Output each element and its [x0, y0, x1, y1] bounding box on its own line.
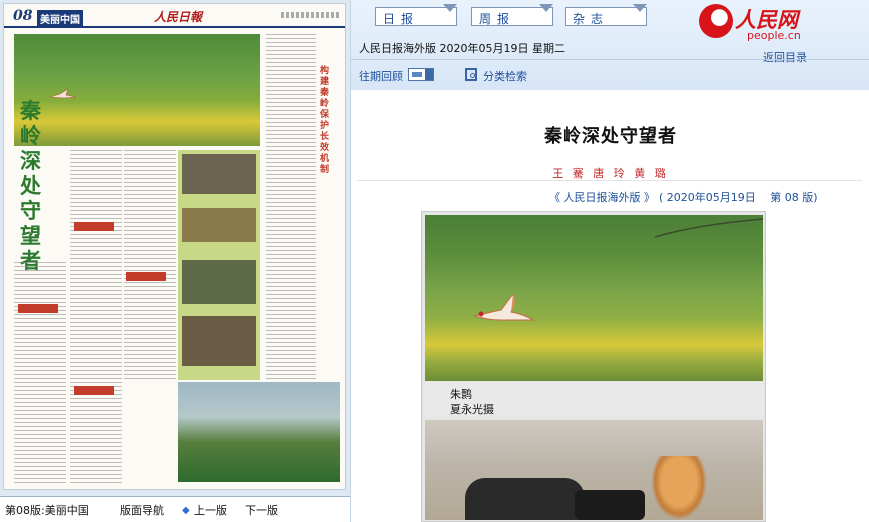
scan-header: 08 美丽中国 人民日報	[4, 4, 345, 28]
back-to-index-link[interactable]: 返回目录	[763, 49, 807, 65]
scan-text-column[interactable]	[124, 150, 176, 380]
calendar-icon	[412, 72, 422, 77]
photo-caption: 朱鹮 夏永光摄	[425, 382, 763, 418]
divider	[351, 59, 869, 60]
scan-masthead: 人民日報	[154, 10, 203, 24]
source-page: 第 08 版)	[770, 191, 818, 204]
photographer-arm	[465, 478, 585, 520]
scan-text-column[interactable]	[70, 150, 122, 484]
scan-aerial-photo[interactable]	[178, 382, 340, 482]
article-source: 《 人民日报海外版 》 ( 2020年05月19日 第 08 版)	[549, 189, 822, 205]
scan-subhead-box	[18, 304, 58, 313]
ibis-photo[interactable]	[425, 215, 763, 381]
top-toolbar: 日报 周报 杂志 人民日报海外版 2020年05月19日 星期二 人民网 peo…	[351, 0, 869, 90]
camera-icon	[575, 490, 645, 520]
scan-text-column[interactable]	[14, 262, 66, 484]
prev-arrow-icon: ◆	[182, 505, 190, 516]
golden-monkey-icon	[651, 456, 707, 520]
scan-page-number: 08	[13, 8, 33, 24]
scan-subhead-box	[74, 222, 114, 231]
article-title: 秦岭深处守望者	[544, 126, 677, 147]
scan-photo[interactable]	[182, 154, 256, 194]
scan-section-name: 美丽中国	[37, 10, 83, 27]
scan-side-title[interactable]: 构建秦岭保护长效机制	[320, 66, 334, 176]
edition-name: 人民日报海外版	[359, 42, 436, 55]
scan-subhead-box	[74, 386, 114, 395]
scan-subhead-box	[126, 272, 166, 281]
scan-date-line	[281, 12, 341, 18]
edition-info: 人民日报海外版 2020年05月19日 星期二	[359, 40, 565, 56]
category-weekly[interactable]: 周报	[471, 4, 553, 26]
scan-article-title[interactable]: 秦岭深处守望者	[20, 98, 42, 273]
source-date: ( 2020年05月19日	[659, 191, 756, 204]
divider	[357, 180, 862, 181]
scan-photo-column[interactable]	[178, 150, 260, 380]
next-page-link[interactable]: 下一版	[245, 502, 278, 518]
branch-decoration	[655, 218, 763, 238]
scan-text-column[interactable]	[266, 34, 316, 380]
chevron-down-icon[interactable]	[539, 4, 553, 12]
scan-bird-icon	[49, 88, 77, 99]
article-authors: 王 騫 唐 玲 黄 璐	[552, 167, 669, 180]
newspaper-page-pane: 08 美丽中国 人民日報 秦岭深处守望者 构建秦岭保护长效机制	[0, 0, 350, 522]
category-daily-label: 日报	[383, 12, 420, 26]
category-search-link[interactable]: 分类检索	[483, 68, 527, 84]
source-paper-link[interactable]: 《 人民日报海外版 》	[549, 191, 655, 204]
chevron-down-icon[interactable]	[443, 4, 457, 12]
past-issues-calendar-button[interactable]	[408, 68, 434, 81]
scan-photo[interactable]	[182, 316, 256, 366]
scan-photo[interactable]	[182, 208, 256, 242]
category-magazine[interactable]: 杂志	[565, 4, 647, 26]
category-daily[interactable]: 日报	[375, 4, 457, 26]
crested-ibis-icon	[473, 292, 535, 321]
edition-weekday: 星期二	[532, 42, 565, 55]
past-issues-label[interactable]: 往期回顾	[359, 68, 403, 84]
people-logo-icon[interactable]	[699, 4, 733, 38]
category-magazine-label: 杂志	[573, 12, 610, 26]
caption-title: 朱鹮	[450, 388, 472, 401]
search-icon[interactable]	[465, 68, 477, 81]
dropdown-arrow-icon	[425, 69, 433, 80]
page-scan-image[interactable]: 08 美丽中国 人民日報 秦岭深处守望者 构建秦岭保护长效机制	[3, 3, 346, 490]
caption-credit: 夏永光摄	[450, 403, 494, 416]
article-pane: 日报 周报 杂志 人民日报海外版 2020年05月19日 星期二 人民网 peo…	[350, 0, 869, 522]
page-navigation-bar: 第08版:美丽中国 版面导航 ◆ 上一版 下一版	[0, 496, 350, 522]
page-nav-label: 版面导航	[120, 504, 164, 517]
category-weekly-label: 周报	[479, 12, 516, 26]
edition-date: 2020年05月19日	[439, 42, 529, 55]
scan-photo[interactable]	[182, 260, 256, 304]
photographer-photo[interactable]	[425, 420, 763, 520]
prev-page-link[interactable]: 上一版	[194, 502, 227, 518]
chevron-down-icon[interactable]	[633, 4, 647, 12]
current-page-label: 第08版:美丽中国	[5, 504, 89, 517]
article-photos: 朱鹮 夏永光摄	[421, 211, 766, 522]
logo-english[interactable]: people.cn	[747, 29, 801, 42]
